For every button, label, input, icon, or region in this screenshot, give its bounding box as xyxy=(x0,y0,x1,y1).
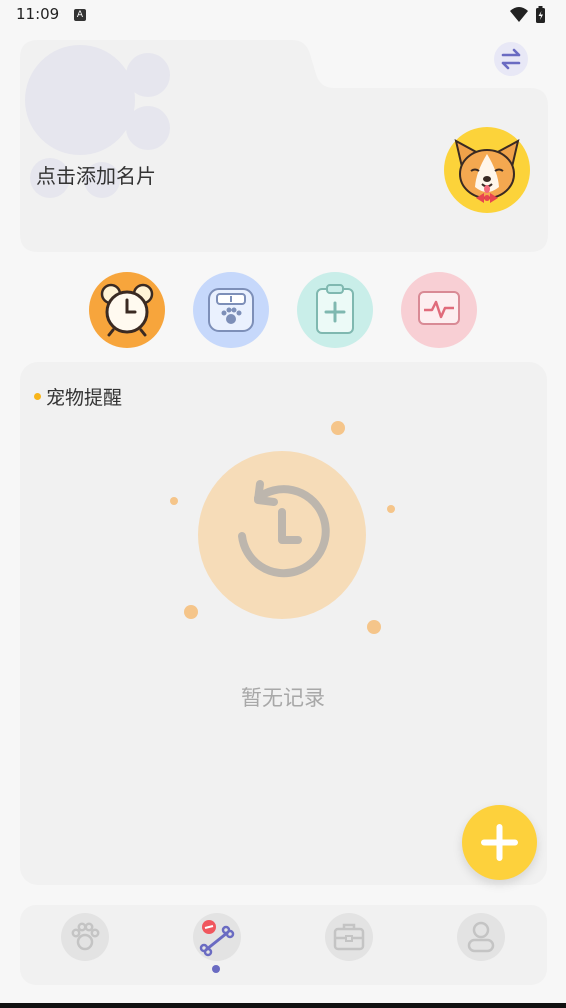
section-dot xyxy=(34,393,41,400)
medical-record-icon xyxy=(316,284,354,334)
feature-row xyxy=(0,272,566,348)
nav-profile[interactable] xyxy=(457,913,505,961)
active-nav-indicator xyxy=(212,965,220,973)
swap-arrows-icon xyxy=(501,48,521,70)
nav-health[interactable] xyxy=(193,913,241,961)
status-bar: 11:09 A xyxy=(0,0,566,30)
health-monitor-button[interactable] xyxy=(401,272,477,348)
plus-icon xyxy=(481,824,518,861)
reminder-title: 宠物提醒 xyxy=(46,387,123,409)
gesture-bar xyxy=(0,1003,566,1008)
alarm-clock-button[interactable] xyxy=(89,272,165,348)
medical-record-button[interactable] xyxy=(297,272,373,348)
decor-dot xyxy=(184,605,198,619)
add-reminder-button[interactable] xyxy=(462,805,537,880)
alarm-clock-icon xyxy=(100,283,154,337)
pet-scale-icon xyxy=(208,288,254,332)
add-card-prompt[interactable]: 点击添加名片 xyxy=(36,160,156,189)
pet-scale-button[interactable] xyxy=(193,272,269,348)
decor-dot xyxy=(367,620,381,634)
profile-icon xyxy=(467,921,495,953)
status-time: 11:09 xyxy=(16,5,60,23)
health-monitor-icon xyxy=(418,291,460,325)
paw-icon xyxy=(71,922,100,951)
nav-toolbox[interactable] xyxy=(325,913,373,961)
status-icons xyxy=(508,6,550,28)
decor-dot xyxy=(387,505,395,513)
wifi-icon xyxy=(510,7,528,22)
empty-state-text: 暂无记录 xyxy=(241,686,325,710)
bottom-nav xyxy=(20,905,547,985)
bone-pill-icon xyxy=(199,920,235,957)
swap-button[interactable] xyxy=(494,42,528,76)
toolbox-icon xyxy=(333,923,365,951)
corgi-icon xyxy=(454,139,520,203)
nav-paw[interactable] xyxy=(61,913,109,961)
decor-dot xyxy=(331,421,345,435)
notification-a-icon: A xyxy=(74,9,86,21)
battery-icon xyxy=(536,6,545,23)
decor-dot xyxy=(170,497,178,505)
dog-avatar[interactable] xyxy=(444,127,530,213)
